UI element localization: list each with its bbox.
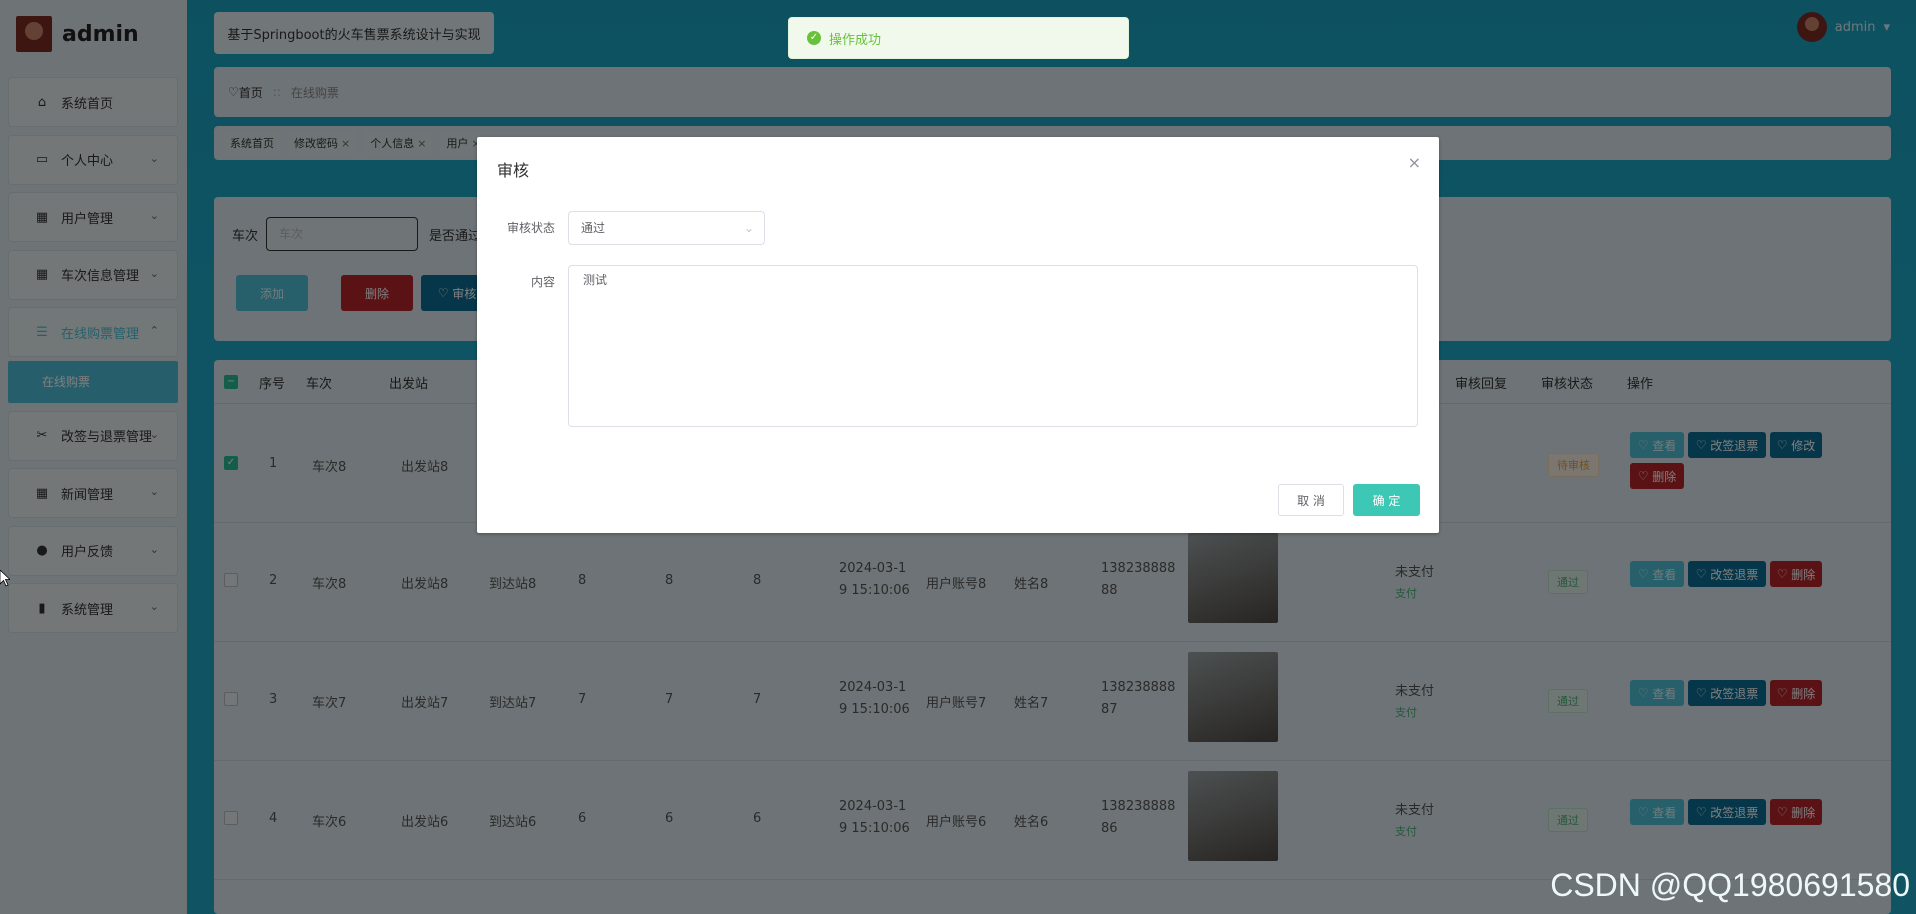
dialog-title: 审核 [497,161,530,180]
status-select[interactable]: 通过 ⌄ [568,211,765,245]
audit-dialog: 审核 × 审核状态 通过 ⌄ 内容 测试 取 消 确 定 [477,137,1439,533]
status-select-value: 通过 [581,221,606,235]
mouse-cursor-icon [0,570,10,587]
watermark: CSDN @QQ1980691580 [1550,867,1910,903]
chevron-down-icon: ⌄ [743,221,754,235]
content-textarea[interactable]: 测试 [568,265,1418,427]
cancel-button[interactable]: 取 消 [1278,484,1344,516]
confirm-button[interactable]: 确 定 [1353,484,1420,516]
close-icon[interactable]: × [1408,153,1421,172]
toast-text: 操作成功 [829,32,882,48]
check-circle-icon: ✓ [807,31,821,45]
success-toast: ✓ 操作成功 [788,17,1129,59]
status-label: 审核状态 [507,221,556,235]
content-label: 内容 [531,275,556,289]
